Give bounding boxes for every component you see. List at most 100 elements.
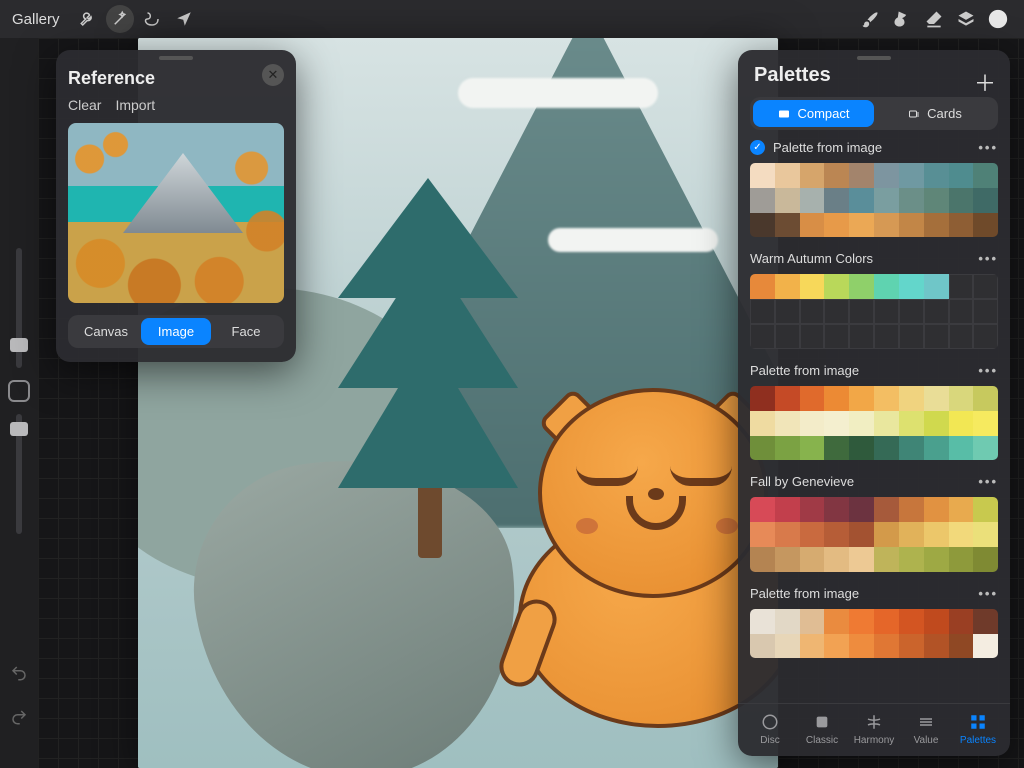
tab-disc[interactable]: Disc (746, 712, 794, 746)
color-swatch[interactable] (775, 411, 800, 436)
color-swatch[interactable] (949, 213, 974, 238)
color-swatch[interactable] (849, 163, 874, 188)
color-swatch[interactable] (824, 547, 849, 572)
color-swatch[interactable] (750, 299, 775, 324)
color-swatch[interactable] (849, 188, 874, 213)
color-swatch[interactable] (775, 299, 800, 324)
color-swatch[interactable] (899, 547, 924, 572)
color-swatch[interactable] (924, 634, 949, 659)
color-swatch[interactable] (775, 386, 800, 411)
color-swatch[interactable] (800, 497, 825, 522)
color-swatch[interactable] (750, 547, 775, 572)
color-swatch[interactable] (973, 497, 998, 522)
color-swatch[interactable] (750, 609, 775, 634)
color-swatch[interactable] (899, 386, 924, 411)
color-swatch[interactable] (775, 213, 800, 238)
color-swatch[interactable] (775, 522, 800, 547)
palettes-view-cards[interactable]: Cards (874, 100, 995, 127)
color-swatch[interactable] (874, 436, 899, 461)
brush-icon[interactable] (856, 5, 884, 33)
color-swatch[interactable] (775, 163, 800, 188)
color-swatch[interactable] (949, 411, 974, 436)
color-swatch[interactable] (849, 497, 874, 522)
reference-tab-canvas[interactable]: Canvas (71, 318, 141, 345)
color-swatch[interactable] (750, 213, 775, 238)
color-swatch[interactable] (899, 299, 924, 324)
color-swatch[interactable] (899, 436, 924, 461)
redo-icon[interactable] (8, 706, 30, 728)
undo-icon[interactable] (8, 662, 30, 684)
color-swatch[interactable] (874, 299, 899, 324)
color-swatch[interactable] (800, 634, 825, 659)
color-swatch[interactable] (924, 547, 949, 572)
selection-icon[interactable] (138, 5, 166, 33)
color-swatch[interactable] (973, 547, 998, 572)
color-swatch[interactable] (874, 163, 899, 188)
color-swatch[interactable] (899, 609, 924, 634)
palette-more-icon[interactable]: ••• (978, 586, 998, 601)
color-swatch[interactable] (800, 386, 825, 411)
add-palette-icon[interactable]: ＋ (974, 66, 996, 98)
brush-opacity-slider[interactable] (16, 414, 22, 534)
color-swatch[interactable] (800, 436, 825, 461)
brush-size-slider[interactable] (16, 248, 22, 368)
color-swatch[interactable] (800, 324, 825, 349)
color-swatch-icon[interactable] (984, 5, 1012, 33)
color-swatch[interactable] (775, 609, 800, 634)
palette-more-icon[interactable]: ••• (978, 363, 998, 378)
color-swatch[interactable] (924, 188, 949, 213)
color-swatch[interactable] (824, 274, 849, 299)
smudge-icon[interactable] (888, 5, 916, 33)
color-swatch[interactable] (800, 411, 825, 436)
color-swatch[interactable] (874, 324, 899, 349)
reference-clear-button[interactable]: Clear (68, 97, 101, 113)
color-swatch[interactable] (824, 436, 849, 461)
color-swatch[interactable] (924, 274, 949, 299)
color-swatch[interactable] (824, 188, 849, 213)
color-swatch[interactable] (973, 522, 998, 547)
color-swatch[interactable] (775, 324, 800, 349)
color-swatch[interactable] (874, 274, 899, 299)
color-swatch[interactable] (874, 634, 899, 659)
color-swatch[interactable] (973, 324, 998, 349)
reference-import-button[interactable]: Import (115, 97, 155, 113)
color-swatch[interactable] (973, 274, 998, 299)
color-swatch[interactable] (899, 213, 924, 238)
palette-more-icon[interactable]: ••• (978, 140, 998, 155)
color-swatch[interactable] (849, 436, 874, 461)
color-swatch[interactable] (849, 522, 874, 547)
color-swatch[interactable] (849, 411, 874, 436)
palette-name[interactable]: Palette from image (750, 363, 859, 378)
color-swatch[interactable] (750, 522, 775, 547)
color-swatch[interactable] (824, 411, 849, 436)
color-swatch[interactable] (849, 299, 874, 324)
modify-button[interactable] (8, 380, 30, 402)
color-swatch[interactable] (949, 324, 974, 349)
color-swatch[interactable] (973, 634, 998, 659)
close-icon[interactable]: ✕ (262, 64, 284, 86)
color-swatch[interactable] (824, 609, 849, 634)
color-swatch[interactable] (973, 436, 998, 461)
color-swatch[interactable] (973, 386, 998, 411)
color-swatch[interactable] (800, 163, 825, 188)
palette-more-icon[interactable]: ••• (978, 474, 998, 489)
color-swatch[interactable] (973, 213, 998, 238)
gallery-button[interactable]: Gallery (12, 11, 60, 28)
reference-tab-face[interactable]: Face (211, 318, 281, 345)
drag-handle-icon[interactable] (857, 56, 891, 60)
layers-icon[interactable] (952, 5, 980, 33)
tab-value[interactable]: Value (902, 712, 950, 746)
color-swatch[interactable] (849, 213, 874, 238)
color-swatch[interactable] (924, 497, 949, 522)
color-swatch[interactable] (874, 411, 899, 436)
color-swatch[interactable] (824, 163, 849, 188)
reference-image[interactable] (68, 123, 284, 303)
color-swatch[interactable] (924, 213, 949, 238)
palette-name[interactable]: Palette from image (750, 586, 859, 601)
color-swatch[interactable] (874, 547, 899, 572)
color-swatch[interactable] (849, 386, 874, 411)
color-swatch[interactable] (800, 188, 825, 213)
eraser-icon[interactable] (920, 5, 948, 33)
color-swatch[interactable] (824, 324, 849, 349)
color-swatch[interactable] (824, 634, 849, 659)
